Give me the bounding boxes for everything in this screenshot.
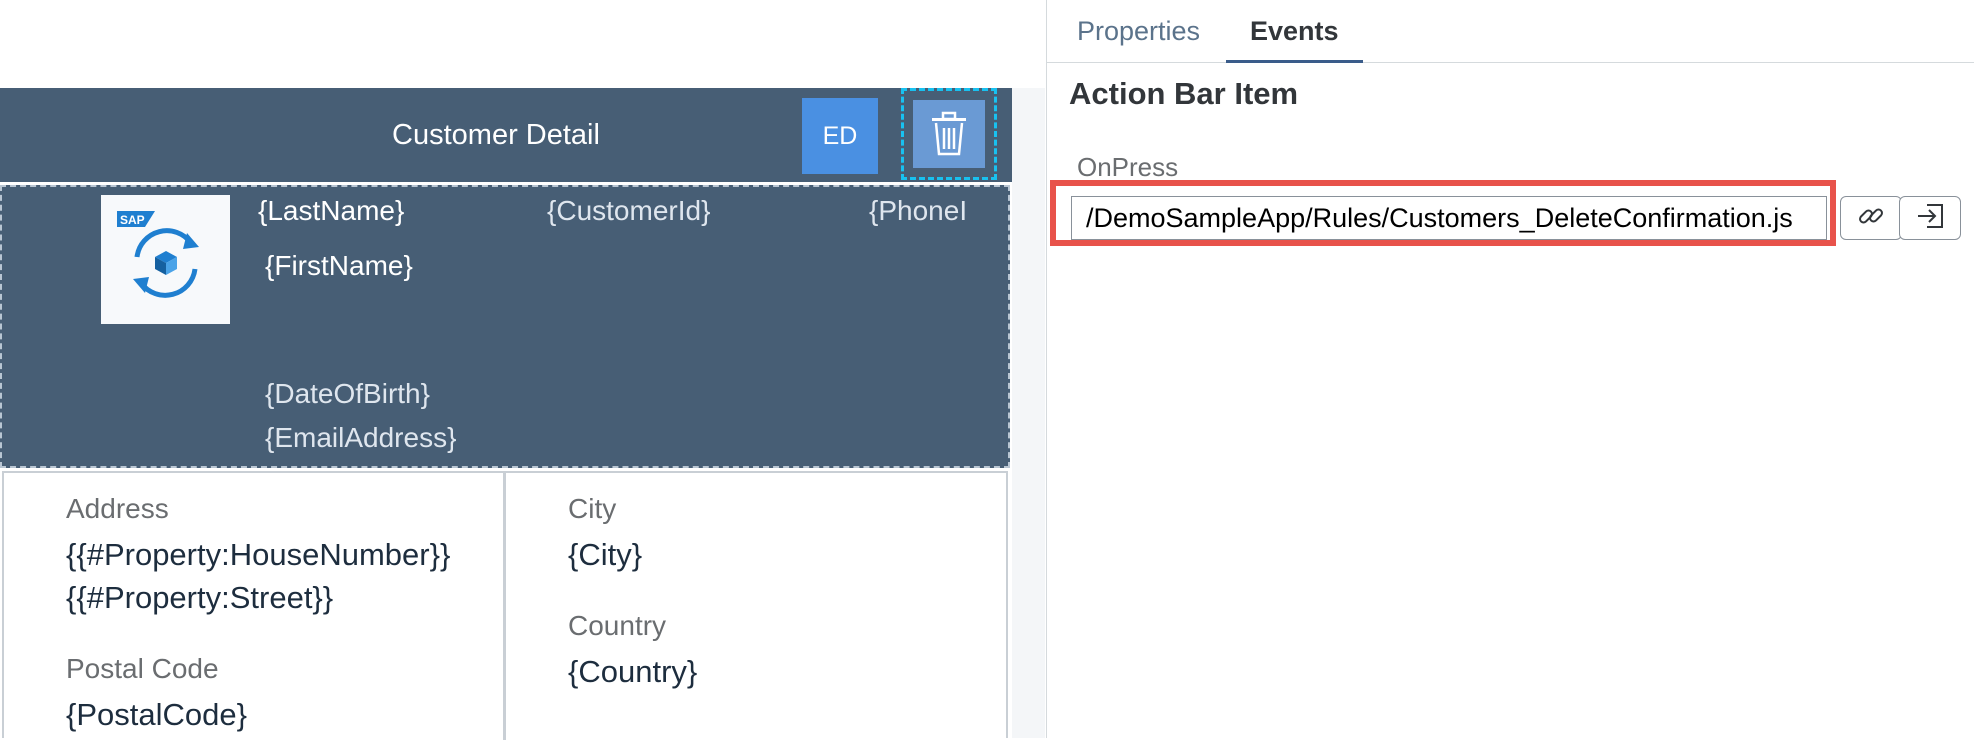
- phone-field: {PhoneI: [869, 195, 968, 226]
- ed-action-item[interactable]: ED: [802, 98, 878, 174]
- last-name-field: {LastName}: [258, 195, 405, 226]
- address-line2: {{#Property:Street}}: [66, 580, 334, 615]
- onpress-label: OnPress: [1077, 152, 1179, 182]
- link-icon: [1857, 202, 1885, 235]
- address-line1: {{#Property:HouseNumber}}: [66, 537, 451, 572]
- postal-code-value: {PostalCode}: [66, 697, 247, 732]
- sap-sync-icon: SAP: [101, 195, 230, 324]
- tab-events[interactable]: Events: [1226, 0, 1363, 63]
- trash-icon: [913, 100, 985, 168]
- onpress-input[interactable]: [1071, 196, 1827, 240]
- delete-action-item[interactable]: [901, 88, 997, 180]
- email-field: {EmailAddress}: [265, 422, 457, 453]
- country-value: {Country}: [568, 654, 698, 689]
- date-of-birth-field: {DateOfBirth}: [265, 378, 430, 409]
- link-button[interactable]: [1840, 196, 1902, 240]
- column-divider: [503, 473, 506, 740]
- designer-canvas: Customer Detail ED SAP {LastName} {First…: [0, 0, 1045, 740]
- postal-code-label: Postal Code: [66, 653, 219, 684]
- address-label: Address: [66, 493, 169, 524]
- customer-id-field: {CustomerId}: [547, 195, 711, 226]
- tab-properties[interactable]: Properties: [1077, 0, 1200, 62]
- tab-events-label: Events: [1250, 16, 1339, 46]
- action-bar[interactable]: Customer Detail ED: [0, 88, 1012, 182]
- section-title: Action Bar Item: [1069, 76, 1299, 111]
- panel-tabs: Properties Events: [1047, 0, 1974, 63]
- canvas-gutter: [1012, 88, 1045, 738]
- open-in-icon: [1915, 202, 1945, 235]
- first-name-field: {FirstName}: [265, 250, 413, 281]
- sap-logo-text: SAP: [120, 213, 145, 227]
- country-label: Country: [568, 610, 667, 641]
- bind-button[interactable]: [1899, 196, 1961, 240]
- city-label: City: [568, 493, 617, 524]
- active-tab-indicator: [1226, 60, 1363, 63]
- city-value: {City}: [568, 537, 643, 572]
- properties-panel: Properties Events Action Bar Item OnPres…: [1046, 0, 1974, 738]
